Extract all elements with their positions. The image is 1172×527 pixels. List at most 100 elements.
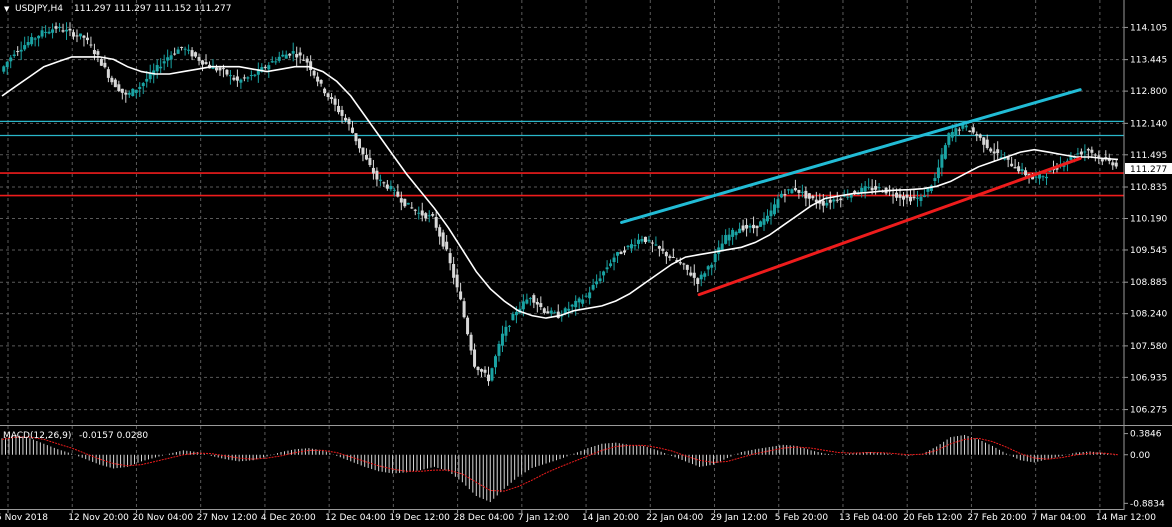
candle-body	[1086, 149, 1090, 151]
candle-body	[473, 349, 477, 367]
candle-body	[396, 191, 400, 197]
candle-body	[392, 189, 396, 191]
candle-body	[664, 252, 668, 257]
price-tick-label: 113.445	[1130, 56, 1167, 66]
candle-body	[113, 79, 117, 88]
candle-body	[420, 210, 424, 216]
candle-body	[103, 62, 107, 68]
candle-body	[1090, 149, 1094, 153]
candle-body	[33, 38, 37, 40]
menu-arrow-icon[interactable]: ▼	[4, 5, 10, 13]
candle-body	[685, 264, 689, 270]
candle-body	[344, 117, 348, 121]
candle-body	[553, 312, 557, 314]
candle-body	[654, 244, 658, 246]
candle-body	[424, 213, 428, 219]
candle-body	[228, 75, 232, 77]
candle-body	[469, 334, 473, 351]
candle-body	[340, 109, 344, 116]
candle-body	[525, 299, 529, 304]
candle-body	[375, 170, 379, 180]
candle-body	[793, 188, 797, 191]
candle-body	[483, 369, 487, 373]
candle-body	[762, 218, 766, 225]
candle-body	[201, 60, 205, 65]
candle-body	[364, 154, 368, 160]
candle-body	[640, 239, 644, 242]
candle-body	[61, 30, 65, 32]
candle-body	[839, 198, 843, 201]
candle-body	[500, 333, 504, 346]
candle-body	[120, 88, 124, 93]
macd-tick-label: 0.00	[1130, 451, 1150, 461]
candle-body	[246, 77, 250, 79]
candle-body	[511, 314, 515, 321]
candle-body	[51, 29, 55, 33]
candle-body	[1013, 167, 1017, 169]
candle-body	[556, 311, 560, 319]
candle-body	[1100, 159, 1104, 162]
candle-body	[713, 253, 717, 263]
candle-body	[689, 272, 693, 276]
candle-body	[863, 186, 867, 192]
candle-body	[99, 58, 103, 66]
candle-body	[44, 31, 48, 33]
candle-body	[361, 147, 365, 155]
candle-body	[249, 75, 253, 77]
candle-body	[37, 35, 41, 39]
candle-body	[1017, 166, 1021, 172]
ohlc-values: 111.297 111.297 111.152 111.277	[74, 4, 231, 14]
current-price-label: 111.277	[1130, 165, 1167, 175]
candle-body	[996, 149, 1000, 154]
candle-body	[30, 37, 34, 45]
candle-body	[127, 92, 131, 95]
price-chart[interactable]: 114.105 113.445 112.800 112.140 111.495 110.8…	[0, 0, 1172, 527]
candle-body	[145, 78, 149, 82]
candle-body	[891, 194, 895, 196]
candle-body	[588, 292, 592, 299]
time-tick-label: 29 Jan 12:00	[711, 513, 768, 523]
candle-body	[800, 191, 804, 193]
candle-body	[759, 221, 763, 227]
candle-body	[284, 54, 288, 59]
price-tick-label: 106.935	[1130, 373, 1167, 383]
candle-body	[898, 194, 902, 198]
candle-body	[835, 199, 839, 201]
candle-body	[490, 368, 494, 381]
time-tick-label: 14 Jan 20:00	[582, 513, 639, 523]
candle-body	[919, 196, 923, 201]
candle-body	[915, 197, 919, 199]
candle-body	[131, 88, 135, 97]
candle-body	[455, 274, 459, 288]
candle-body	[825, 202, 829, 206]
candle-body	[807, 193, 811, 199]
candle-body	[71, 32, 75, 37]
candle-body	[197, 57, 201, 61]
candle-body	[459, 291, 463, 300]
candle-body	[636, 239, 640, 244]
candle-body	[574, 300, 578, 308]
candle-body	[337, 105, 341, 113]
candle-body	[769, 210, 773, 217]
candle-body	[542, 308, 546, 313]
candle-body	[204, 62, 208, 64]
candle-body	[968, 130, 972, 132]
macd-tick-label: 0.3846	[1130, 430, 1162, 440]
candle-body	[480, 369, 484, 372]
candle-body	[47, 31, 51, 34]
candle-body	[194, 52, 198, 57]
candle-body	[657, 246, 661, 249]
candle-body	[706, 266, 710, 270]
candle-body	[323, 88, 327, 94]
candle-body	[225, 69, 229, 75]
candle-body	[734, 231, 738, 236]
candle-body	[96, 51, 100, 55]
candle-body	[1083, 151, 1087, 153]
candle-body	[277, 56, 281, 61]
candle-body	[609, 263, 613, 267]
candle-body	[738, 228, 742, 234]
price-tick-label: 111.495	[1130, 151, 1167, 161]
candle-body	[350, 127, 354, 133]
candle-body	[619, 251, 623, 255]
candle-body	[162, 61, 166, 64]
